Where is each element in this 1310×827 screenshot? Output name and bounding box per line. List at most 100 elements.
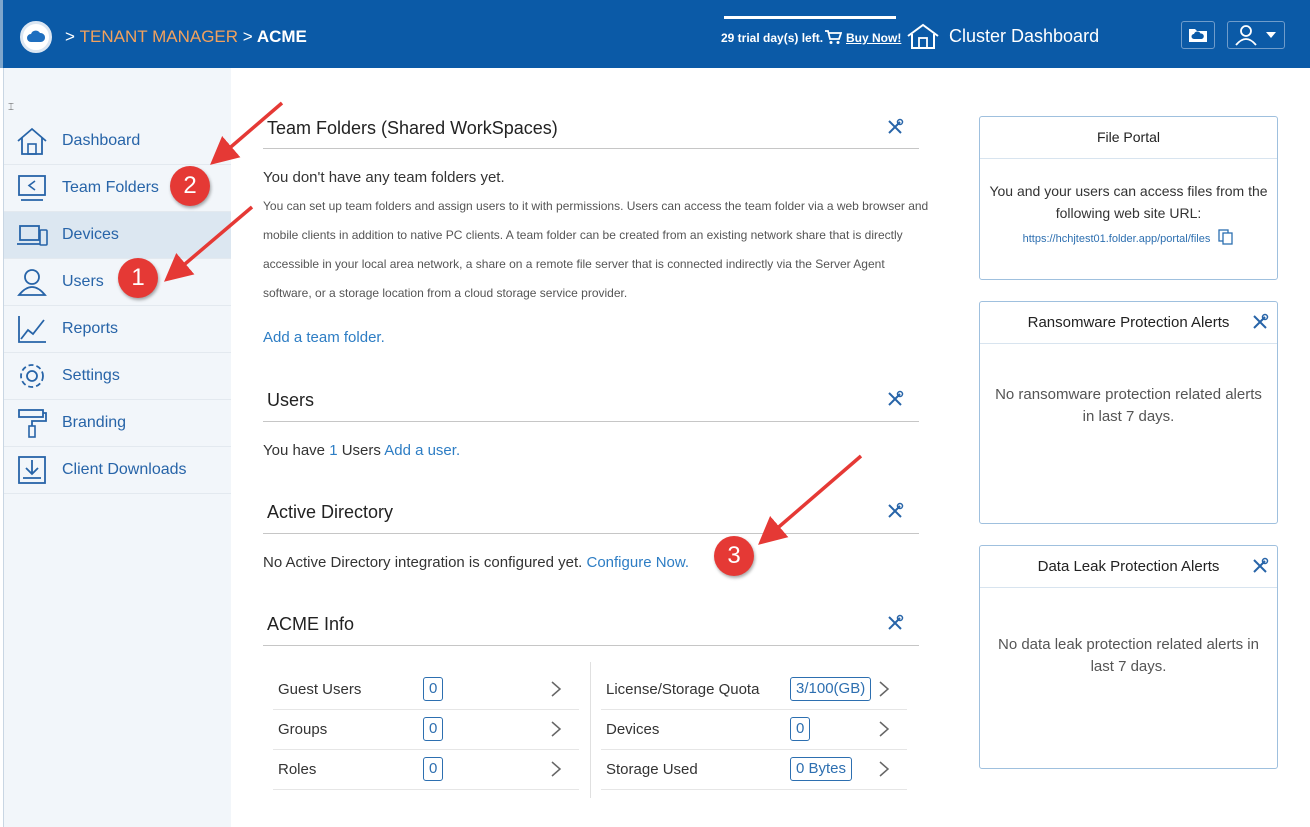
sidebar-item-devices[interactable]: Devices bbox=[4, 212, 231, 259]
home-icon bbox=[15, 125, 49, 157]
file-portal-line: You and your users can access files from… bbox=[989, 183, 1268, 199]
sidebar-item-label: Devices bbox=[62, 226, 119, 243]
copy-icon[interactable] bbox=[1218, 229, 1234, 245]
chevron-right-icon[interactable] bbox=[550, 720, 562, 738]
data-leak-alerts-title: Data Leak Protection Alerts bbox=[1037, 558, 1220, 575]
users-count-link[interactable]: 1 bbox=[329, 442, 337, 459]
breadcrumb-separator: > bbox=[65, 27, 75, 46]
chevron-right-icon[interactable] bbox=[878, 760, 890, 778]
acme-info-title: ACME Info bbox=[267, 614, 355, 634]
team-folders-desc-line: accessible in your local area network, a… bbox=[263, 257, 885, 271]
users-header: Users bbox=[263, 384, 919, 422]
add-team-folder-link[interactable]: Add a team folder. bbox=[263, 329, 385, 346]
info-row-devices[interactable]: Devices 0 bbox=[601, 710, 907, 750]
sidebar-item-users[interactable]: Users bbox=[4, 259, 231, 306]
file-portal-body: You and your users can access files from… bbox=[980, 159, 1277, 250]
info-badge: 3/100(GB) bbox=[790, 677, 872, 701]
sidebar-item-label: Branding bbox=[62, 414, 127, 431]
sidebar-item-reports[interactable]: Reports bbox=[4, 306, 231, 353]
tools-icon[interactable] bbox=[886, 390, 904, 408]
gear-icon bbox=[15, 360, 49, 392]
info-badge: 0 bbox=[423, 717, 444, 741]
info-badge: 0 bbox=[423, 757, 444, 781]
annotation-marker-3: 3 bbox=[714, 536, 754, 576]
ransomware-alerts-line: No ransomware protection related alerts bbox=[995, 386, 1262, 403]
cart-icon[interactable] bbox=[824, 29, 842, 45]
annotation-marker-1: 1 bbox=[118, 258, 158, 298]
info-divider bbox=[590, 662, 591, 798]
tools-icon[interactable] bbox=[886, 118, 904, 136]
info-row-groups[interactable]: Groups 0 bbox=[273, 710, 579, 750]
active-directory-header: Active Directory bbox=[263, 496, 919, 534]
download-icon bbox=[15, 454, 49, 486]
breadcrumb-separator: > bbox=[242, 27, 253, 46]
cluster-dashboard-link[interactable]: Cluster Dashboard bbox=[949, 26, 1099, 47]
file-portal-url-link[interactable]: https://hchjtest01.folder.app/portal/fil… bbox=[1023, 233, 1211, 245]
ransomware-alerts-header: Ransomware Protection Alerts bbox=[980, 302, 1277, 344]
info-row-license-quota[interactable]: License/Storage Quota 3/100(GB) bbox=[601, 670, 907, 710]
info-badge: 0 Bytes bbox=[790, 757, 853, 781]
tools-icon[interactable] bbox=[886, 614, 904, 632]
house-icon[interactable] bbox=[906, 22, 940, 50]
user-menu-button[interactable] bbox=[1227, 21, 1285, 49]
folder-button[interactable] bbox=[1181, 21, 1215, 49]
users-title: Users bbox=[267, 390, 315, 410]
sidebar-collapse-toggle[interactable]: ⌶ bbox=[8, 102, 14, 113]
trial-progress-bar bbox=[724, 16, 896, 19]
chevron-right-icon[interactable] bbox=[878, 680, 890, 698]
ransomware-alerts-body: No ransomware protection related alerts … bbox=[980, 344, 1277, 428]
ransomware-alerts-line: in last 7 days. bbox=[1082, 408, 1175, 425]
data-leak-alerts-panel: Data Leak Protection Alerts No data leak… bbox=[979, 545, 1278, 769]
sidebar-item-dashboard[interactable]: Dashboard bbox=[4, 118, 231, 165]
sidebar-item-label: Users bbox=[62, 273, 104, 290]
file-portal-header: File Portal bbox=[980, 117, 1277, 159]
sidebar-item-label: Reports bbox=[62, 320, 119, 337]
sidebar-item-client-downloads[interactable]: Client Downloads bbox=[4, 447, 231, 494]
sidebar-item-label: Settings bbox=[62, 367, 120, 384]
team-folder-icon bbox=[15, 172, 49, 204]
reports-icon bbox=[15, 313, 49, 345]
chevron-right-icon[interactable] bbox=[550, 760, 562, 778]
team-folders-header: Team Folders (Shared WorkSpaces) bbox=[263, 112, 919, 149]
file-portal-title: File Portal bbox=[1096, 129, 1161, 145]
annotation-marker-2: 2 bbox=[170, 166, 210, 206]
active-directory-title: Active Directory bbox=[267, 502, 394, 522]
sidebar-item-branding[interactable]: Branding bbox=[4, 400, 231, 447]
active-directory-status: No Active Directory integration is confi… bbox=[263, 554, 689, 571]
configure-now-link[interactable]: Configure Now. bbox=[587, 554, 690, 571]
info-label: Devices bbox=[606, 721, 660, 738]
active-directory-text: No Active Directory integration is confi… bbox=[263, 554, 583, 571]
sidebar-item-label: Client Downloads bbox=[62, 461, 187, 478]
sidebar-item-settings[interactable]: Settings bbox=[4, 353, 231, 400]
users-prefix: You have bbox=[263, 442, 326, 459]
info-row-storage-used[interactable]: Storage Used 0 Bytes bbox=[601, 750, 907, 790]
folder-icon bbox=[1189, 29, 1207, 42]
cloud-logo-icon[interactable] bbox=[20, 21, 52, 53]
data-leak-alerts-line: No data leak protection related alerts i… bbox=[998, 636, 1259, 653]
info-row-roles[interactable]: Roles 0 bbox=[273, 750, 579, 790]
buy-now-link[interactable]: Buy Now! bbox=[846, 31, 901, 45]
trial-days-text: 29 trial day(s) left. bbox=[721, 31, 824, 45]
info-label: Storage Used bbox=[606, 761, 698, 778]
chevron-right-icon[interactable] bbox=[550, 680, 562, 698]
data-leak-alerts-body: No data leak protection related alerts i… bbox=[980, 588, 1277, 678]
sidebar-item-label: Dashboard bbox=[62, 132, 141, 149]
file-portal-panel: File Portal You and your users can acces… bbox=[979, 116, 1278, 280]
add-user-link[interactable]: Add a user. bbox=[384, 442, 460, 459]
chevron-right-icon[interactable] bbox=[878, 720, 890, 738]
file-portal-url-row: https://hchjtest01.folder.app/portal/fil… bbox=[980, 228, 1277, 250]
sidebar-item-label: Team Folders bbox=[62, 179, 159, 196]
tools-icon[interactable] bbox=[1251, 313, 1269, 331]
tools-icon[interactable] bbox=[1251, 557, 1269, 575]
info-badge: 0 bbox=[423, 677, 444, 701]
team-folders-desc-line: You can set up team folders and assign u… bbox=[263, 199, 929, 213]
breadcrumb-tenant: ACME bbox=[256, 27, 307, 46]
team-folders-desc-line: software, or a storage location from a c… bbox=[263, 286, 628, 300]
breadcrumb-tenant-manager[interactable]: TENANT MANAGER bbox=[80, 27, 238, 46]
tools-icon[interactable] bbox=[886, 502, 904, 520]
acme-info-header: ACME Info bbox=[263, 608, 919, 646]
info-row-guest-users[interactable]: Guest Users 0 bbox=[273, 670, 579, 710]
data-leak-alerts-line: last 7 days. bbox=[1090, 658, 1167, 675]
info-badge: 0 bbox=[790, 717, 811, 741]
users-summary: You have 1 Users Add a user. bbox=[263, 442, 460, 459]
